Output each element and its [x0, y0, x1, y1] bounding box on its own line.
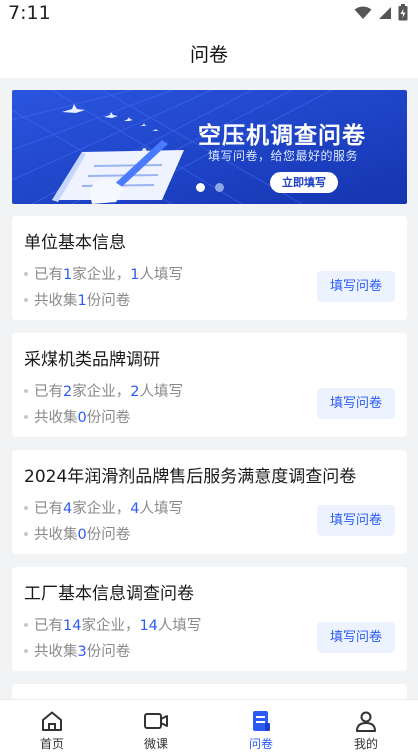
signal-icon [379, 6, 391, 19]
bullet [24, 297, 28, 302]
banner-subtitle: 填写问卷，给您最好的服务 [208, 149, 359, 163]
nav-bar: 问卷 [0, 28, 418, 78]
bullet [24, 531, 28, 536]
survey-title: 采煤机类品牌调研 [24, 350, 160, 370]
bullet [24, 271, 28, 276]
tab-label: 问卷 [248, 737, 273, 751]
fill-survey-button[interactable]: 填写问卷 [317, 271, 395, 302]
home-icon [42, 711, 62, 731]
fill-survey-button[interactable]: 填写问卷 [317, 388, 395, 419]
battery-icon [398, 4, 408, 21]
survey-card[interactable]: 工厂基本信息调查问卷 已有14家企业，14人填写 共收集3份问卷 填写问卷 [12, 567, 407, 671]
tab-microcourse[interactable]: 微课 [104, 700, 208, 755]
survey-collected: 共收集3份问卷 [24, 640, 130, 661]
bullet [24, 648, 28, 653]
survey-participation: 已有4家企业，4人填写 [24, 497, 183, 518]
tab-label: 微课 [143, 737, 168, 751]
status-bar: 7:11 [0, 0, 418, 28]
status-time: 7:11 [8, 2, 51, 24]
survey-icon [253, 711, 270, 731]
tab-survey[interactable]: 问卷 [209, 700, 313, 755]
carousel-dot[interactable] [215, 183, 224, 192]
survey-card[interactable]: 2024年润滑剂品牌售后服务满意度调查问卷 已有4家企业，4人填写 共收集0份问… [12, 450, 407, 554]
survey-card[interactable]: 采煤机类品牌调研 已有2家企业，2人填写 共收集0份问卷 填写问卷 [12, 333, 407, 437]
banner-carousel[interactable]: 空压机调查问卷 填写问卷，给您最好的服务 立即填写 [12, 90, 407, 204]
tab-home[interactable]: 首页 [0, 700, 104, 755]
survey-title: 工厂基本信息调查问卷 [24, 584, 194, 604]
bottom-tab-bar: 首页 微课 问卷 我的 [0, 699, 418, 755]
bullet [24, 505, 28, 510]
survey-collected: 共收集0份问卷 [24, 406, 130, 427]
wifi-icon [354, 6, 372, 19]
tab-label: 首页 [39, 737, 64, 751]
survey-collected: 共收集1份问卷 [24, 289, 130, 310]
fill-survey-button[interactable]: 填写问卷 [317, 505, 395, 536]
banner-fill-button[interactable]: 立即填写 [270, 172, 338, 193]
carousel-dot-active[interactable] [196, 183, 205, 192]
bullet [24, 622, 28, 627]
user-icon [356, 711, 376, 732]
bullet [24, 414, 28, 419]
survey-participation: 已有1家企业，1人填写 [24, 263, 183, 284]
tab-mine[interactable]: 我的 [314, 700, 418, 755]
survey-collected: 共收集0份问卷 [24, 523, 130, 544]
bullet [24, 388, 28, 393]
video-icon [144, 713, 168, 729]
page-title: 问卷 [189, 44, 228, 66]
survey-participation: 已有2家企业，2人填写 [24, 380, 183, 401]
survey-title: 单位基本信息 [24, 233, 126, 253]
survey-card[interactable]: 单位基本信息 已有1家企业，1人填写 共收集1份问卷 填写问卷 [12, 216, 407, 320]
tab-label: 我的 [353, 737, 378, 751]
banner-title: 空压机调查问卷 [198, 123, 366, 149]
survey-title: 2024年润滑剂品牌售后服务满意度调查问卷 [24, 467, 357, 487]
status-icons [354, 4, 408, 21]
survey-participation: 已有14家企业，14人填写 [24, 614, 201, 635]
fill-survey-button[interactable]: 填写问卷 [317, 622, 395, 653]
